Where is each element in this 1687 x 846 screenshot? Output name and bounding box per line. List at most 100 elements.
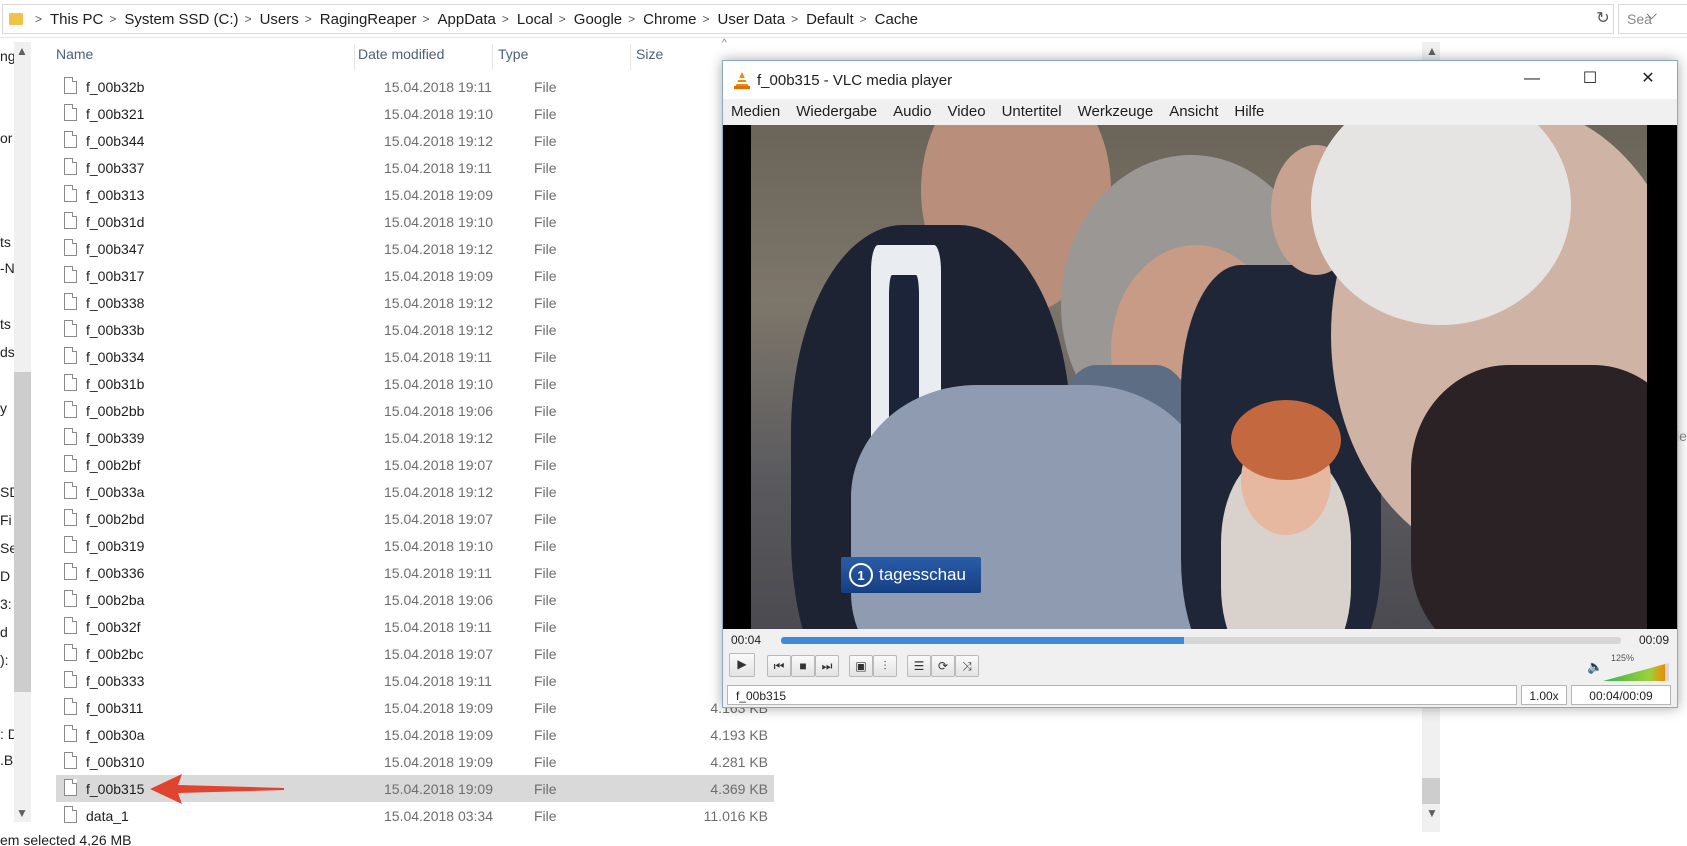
file-row[interactable]: f_00b33915.04.2018 19:12File3. — [56, 424, 774, 451]
column-divider[interactable] — [492, 44, 493, 70]
file-row[interactable]: f_00b33a15.04.2018 19:12File3. — [56, 478, 774, 505]
minimize-button[interactable]: — — [1503, 61, 1561, 99]
chevron-right-icon[interactable]: > — [502, 12, 509, 26]
breadcrumb-item[interactable]: Default — [806, 11, 854, 28]
breadcrumb-item[interactable]: Google — [574, 11, 622, 28]
column-header-size[interactable]: Size — [636, 46, 663, 62]
playback-speed[interactable]: 1.00x — [1521, 685, 1567, 705]
previous-button[interactable]: ⏮ — [767, 655, 791, 677]
breadcrumb-item[interactable]: Chrome — [643, 11, 696, 28]
breadcrumb-item[interactable]: User Data — [718, 11, 786, 28]
file-row[interactable]: f_00b33315.04.2018 19:11File4. — [56, 667, 774, 694]
nav-item-fragment[interactable]: -N — [0, 260, 15, 276]
file-row[interactable]: f_00b33715.04.2018 19:11File3. — [56, 154, 774, 181]
next-button[interactable]: ⏭ — [815, 655, 839, 677]
file-row[interactable]: f_00b33415.04.2018 19:11File3. — [56, 343, 774, 370]
breadcrumb[interactable]: > This PC > System SSD (C:) > Users > RagingRea… — [2, 4, 1614, 34]
chevron-right-icon[interactable]: > — [860, 12, 867, 26]
menu-item-hilfe[interactable]: Hilfe — [1234, 99, 1264, 125]
volume-slider[interactable] — [1603, 663, 1669, 681]
menu-item-werkzeuge[interactable]: Werkzeuge — [1078, 99, 1154, 125]
column-header-name[interactable]: Name — [56, 46, 93, 62]
nav-item-fragment[interactable]: d — [0, 624, 12, 640]
nav-item-fragment[interactable]: ts — [0, 316, 12, 332]
fullscreen-button[interactable]: ▣ — [849, 655, 873, 677]
refresh-icon[interactable]: ↻ — [1592, 8, 1614, 30]
video-area[interactable]: 1 tagesschau — [723, 125, 1677, 629]
extended-settings-button[interactable]: ⫶ — [873, 655, 897, 677]
chevron-right-icon[interactable]: > — [35, 12, 42, 26]
close-button[interactable]: ✕ — [1619, 61, 1677, 99]
chevron-right-icon[interactable]: > — [628, 12, 635, 26]
chevron-right-icon[interactable]: > — [423, 12, 430, 26]
nav-item-fragment[interactable]: y — [0, 400, 12, 416]
file-row[interactable]: f_00b32f15.04.2018 19:11File4. — [56, 613, 774, 640]
menu-item-audio[interactable]: Audio — [893, 99, 931, 125]
chevron-right-icon[interactable]: > — [305, 12, 312, 26]
menu-item-video[interactable]: Video — [947, 99, 985, 125]
nav-item-fragment[interactable]: D — [0, 568, 12, 584]
nav-scrollbar-thumb[interactable] — [14, 372, 31, 692]
nav-item-fragment[interactable]: SD — [0, 484, 19, 500]
file-row[interactable]: f_00b32b15.04.2018 19:11File3. — [56, 73, 774, 100]
time-display[interactable]: 00:04/00:09 — [1571, 685, 1671, 705]
file-row[interactable]: f_00b2ba15.04.2018 19:06File4. — [56, 586, 774, 613]
file-list-scrollbar-thumb[interactable] — [1422, 778, 1440, 804]
scroll-up-icon[interactable]: ▲ — [16, 44, 28, 58]
file-row[interactable]: f_00b32115.04.2018 19:10File3. — [56, 100, 774, 127]
file-row[interactable]: f_00b31b15.04.2018 19:10File3. — [56, 370, 774, 397]
play-button[interactable]: ▶ — [729, 653, 755, 677]
breadcrumb-item[interactable]: This PC — [50, 11, 103, 28]
file-row[interactable]: f_00b33615.04.2018 19:11File3. — [56, 559, 774, 586]
column-divider[interactable] — [354, 44, 355, 70]
title-bar[interactable]: f_00b315 - VLC media player — ☐ ✕ — [723, 61, 1677, 99]
file-row[interactable]: f_00b31915.04.2018 19:10File3. — [56, 532, 774, 559]
file-row[interactable]: f_00b34415.04.2018 19:12File3. — [56, 127, 774, 154]
menu-item-untertitel[interactable]: Untertitel — [1002, 99, 1062, 125]
chevron-right-icon[interactable]: > — [703, 12, 710, 26]
column-header-type[interactable]: Type — [498, 46, 528, 62]
file-row[interactable]: f_00b2bd15.04.2018 19:07File3. — [56, 505, 774, 532]
file-row[interactable]: f_00b31315.04.2018 19:09File3. — [56, 181, 774, 208]
chevron-right-icon[interactable]: > — [559, 12, 566, 26]
nav-item-fragment[interactable]: Fi — [0, 512, 12, 528]
file-row[interactable]: f_00b30a 15.04.2018 19:09 File 4.193 KB — [56, 721, 774, 748]
scroll-down-icon[interactable]: ▼ — [1426, 806, 1438, 820]
chevron-right-icon[interactable]: > — [791, 12, 798, 26]
scroll-down-icon[interactable]: ▼ — [16, 806, 28, 820]
nav-item-fragment[interactable]: Se — [0, 540, 17, 556]
chevron-right-icon[interactable]: > — [245, 12, 252, 26]
seek-slider[interactable] — [781, 637, 1621, 644]
file-row[interactable]: f_00b34715.04.2018 19:12File3. — [56, 235, 774, 262]
file-row[interactable]: f_00b2bf15.04.2018 19:07File3. — [56, 451, 774, 478]
menu-item-ansicht[interactable]: Ansicht — [1169, 99, 1218, 125]
menu-item-wiedergabe[interactable]: Wiedergabe — [796, 99, 877, 125]
file-row[interactable]: f_00b31715.04.2018 19:09File3. — [56, 262, 774, 289]
column-divider[interactable] — [630, 44, 631, 70]
nav-item-fragment[interactable]: .B — [0, 752, 13, 768]
breadcrumb-item[interactable]: Users — [260, 11, 299, 28]
breadcrumb-item[interactable]: Cache — [875, 11, 918, 28]
nav-item-fragment[interactable]: ds — [0, 344, 15, 360]
file-row[interactable]: f_00b2bb15.04.2018 19:06File3. — [56, 397, 774, 424]
playlist-button[interactable]: ☰ — [907, 655, 931, 677]
maximize-button[interactable]: ☐ — [1561, 61, 1619, 99]
file-row[interactable]: f_00b31d15.04.2018 19:10File3. — [56, 208, 774, 235]
loop-button[interactable]: ⟳ — [931, 655, 955, 677]
chevron-right-icon[interactable]: > — [109, 12, 116, 26]
file-row[interactable]: f_00b33b15.04.2018 19:12File3. — [56, 316, 774, 343]
nav-item-fragment[interactable]: ): — [0, 652, 12, 668]
breadcrumb-item[interactable]: System SSD (C:) — [124, 11, 238, 28]
file-row[interactable]: data_1 15.04.2018 03:34 File 11.016 KB — [56, 802, 774, 829]
file-row[interactable]: f_00b310 15.04.2018 19:09 File 4.281 KB — [56, 748, 774, 775]
menu-item-medien[interactable]: Medien — [731, 99, 780, 125]
search-input[interactable]: Sea — [1618, 4, 1687, 34]
nav-item-fragment[interactable]: ts — [0, 234, 12, 250]
column-header-date[interactable]: Date modified — [358, 46, 444, 62]
breadcrumb-item[interactable]: RagingReaper — [320, 11, 417, 28]
nav-item-fragment[interactable]: 3: — [0, 596, 12, 612]
file-row[interactable]: f_00b2bc15.04.2018 19:07File4. — [56, 640, 774, 667]
file-row[interactable]: f_00b31115.04.2018 19:09File4.163 KB — [56, 694, 774, 721]
volume-icon[interactable]: 🔈 — [1587, 659, 1603, 675]
shuffle-button[interactable]: ⤨ — [955, 655, 979, 677]
